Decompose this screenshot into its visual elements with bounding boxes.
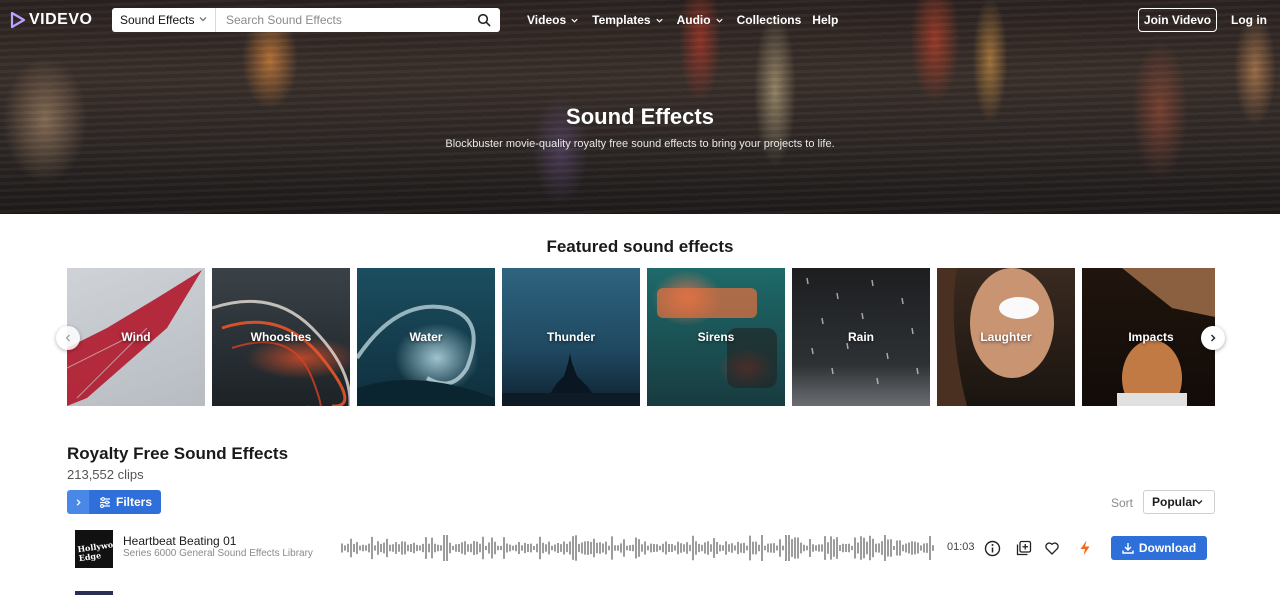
chevron-down-icon: [1195, 500, 1203, 505]
track-duration: 01:03: [947, 541, 975, 553]
filters-control: Filters: [67, 490, 161, 514]
nav-collections-label: Collections: [736, 13, 802, 27]
join-button[interactable]: Join Videvo: [1138, 8, 1217, 32]
logo-text: VIDEVO: [29, 11, 93, 28]
featured-carousel: Wind Whooshes Water Thunder Sirens Rain …: [67, 268, 1215, 406]
add-to-collection-button[interactable]: [1015, 539, 1033, 557]
nav-templates[interactable]: Templates: [592, 13, 663, 27]
chevron-left-icon: [65, 334, 70, 342]
nav-collections[interactable]: Collections: [737, 13, 802, 27]
track-thumbnail[interactable]: [75, 591, 113, 595]
clip-count: 213,552 clips: [67, 467, 144, 482]
tile-label: Whooshes: [250, 330, 312, 344]
sort-select[interactable]: Popular: [1143, 490, 1215, 514]
track-series[interactable]: Series 6000 General Sound Effects Librar…: [123, 548, 313, 559]
sort-value: Popular: [1152, 495, 1197, 509]
search-bar: Sound Effects: [112, 8, 500, 32]
chevron-down-icon: [715, 18, 723, 23]
tile-label: Rain: [847, 330, 874, 344]
chevron-right-icon: [1211, 334, 1216, 342]
nav-help-label: Help: [812, 13, 839, 27]
download-icon: [1122, 543, 1134, 554]
category-tile-rain[interactable]: Rain: [792, 268, 930, 406]
quick-download-button[interactable]: [1076, 539, 1094, 557]
lightning-icon: [1080, 540, 1090, 556]
chevron-down-icon: [655, 18, 663, 23]
search-category-select[interactable]: Sound Effects: [112, 8, 216, 32]
download-label: Download: [1138, 541, 1197, 555]
filters-button[interactable]: Filters: [90, 490, 161, 514]
info-icon: [984, 540, 1000, 556]
waveform[interactable]: [341, 534, 935, 562]
category-tile-water[interactable]: Water: [357, 268, 495, 406]
category-tile-whooshes[interactable]: Whooshes: [212, 268, 350, 406]
category-tile-sirens[interactable]: Sirens: [647, 268, 785, 406]
featured-heading: Featured sound effects: [546, 237, 734, 256]
sort-label: Sort: [1111, 496, 1134, 510]
top-navigation: VIDEVO Sound Effects Videos Templates Au: [0, 0, 1280, 40]
track-row[interactable]: Hollywood Edge Heartbeat Beating 01 Seri…: [67, 528, 1215, 570]
nav-videos[interactable]: Videos: [527, 13, 579, 27]
category-tile-impacts[interactable]: Impacts: [1082, 268, 1215, 406]
page-subtitle: Blockbuster movie-quality royalty free s…: [445, 138, 835, 150]
play-logo-icon: [10, 11, 26, 29]
nav-audio[interactable]: Audio: [677, 13, 724, 27]
add-collection-icon: [1016, 540, 1032, 556]
chevron-down-icon: [571, 18, 578, 23]
nav-audio-label: Audio: [676, 13, 711, 27]
page-title: Sound Effects: [566, 104, 714, 129]
main-nav: Videos Templates Audio Collections Help: [527, 13, 849, 27]
heart-icon: [1045, 541, 1059, 555]
chevron-down-icon: [199, 17, 207, 22]
search-category-label: Sound Effects: [120, 13, 195, 27]
track-thumbnail-text: Hollywood Edge: [76, 537, 113, 564]
tile-label: Impacts: [1128, 330, 1174, 344]
info-button[interactable]: [983, 539, 1001, 557]
nav-templates-label: Templates: [592, 13, 651, 27]
track-title[interactable]: Heartbeat Beating 01: [123, 534, 236, 548]
nav-help[interactable]: Help: [812, 13, 838, 27]
category-tile-thunder[interactable]: Thunder: [502, 268, 640, 406]
search-icon[interactable]: [472, 8, 496, 32]
section-title: Royalty Free Sound Effects: [67, 444, 289, 463]
track-thumbnail[interactable]: Hollywood Edge: [75, 530, 113, 568]
login-link[interactable]: Log in: [1231, 13, 1267, 27]
tile-label: Water: [409, 330, 443, 344]
tile-label: Thunder: [547, 330, 595, 344]
download-button[interactable]: Download: [1111, 536, 1207, 560]
sliders-icon: [99, 496, 110, 508]
chevron-right-icon: [76, 498, 81, 506]
favorite-button[interactable]: [1043, 539, 1061, 557]
category-tile-laughter[interactable]: Laughter: [937, 268, 1075, 406]
nav-videos-label: Videos: [527, 13, 567, 27]
carousel-prev-button[interactable]: [56, 326, 80, 350]
tile-label: Laughter: [980, 330, 1032, 344]
search-input[interactable]: [216, 8, 472, 32]
tile-label: Wind: [121, 330, 151, 344]
logo[interactable]: VIDEVO: [10, 11, 92, 29]
tile-label: Sirens: [697, 330, 735, 344]
category-tile-wind[interactable]: Wind: [67, 268, 205, 406]
filters-label: Filters: [115, 495, 152, 509]
hero-banner: VIDEVO Sound Effects Videos Templates Au: [0, 0, 1280, 214]
carousel-next-button[interactable]: [1201, 326, 1225, 350]
filters-expand-button[interactable]: [67, 490, 90, 514]
